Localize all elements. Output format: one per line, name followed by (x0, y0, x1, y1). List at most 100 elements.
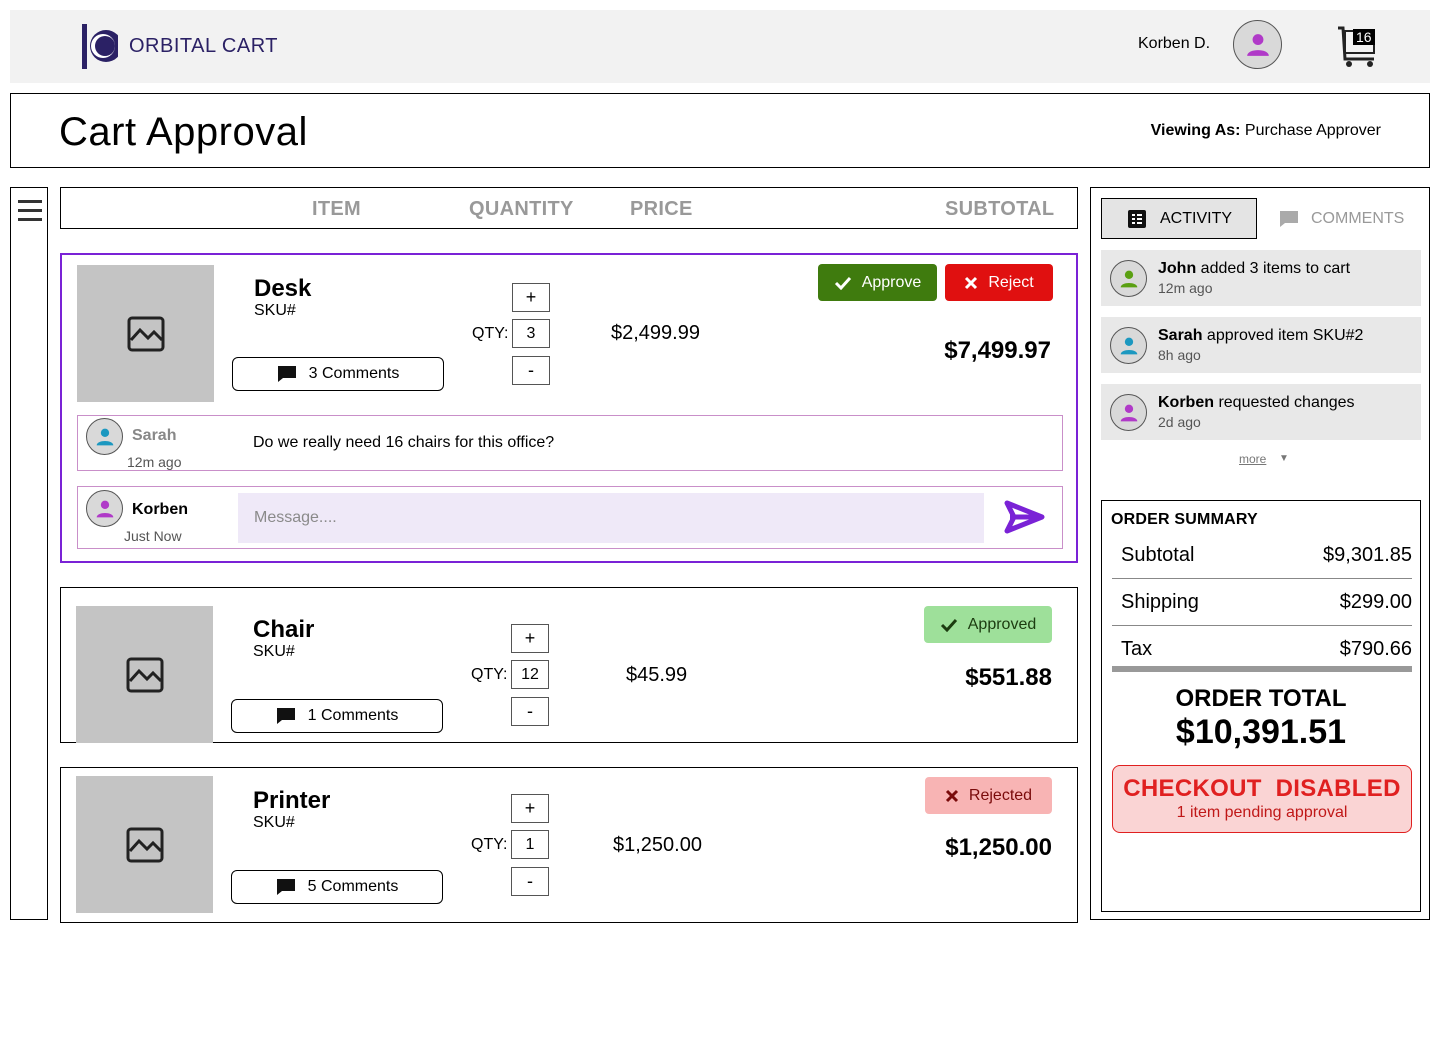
reject-label: Reject (988, 273, 1034, 291)
user-avatar[interactable] (1233, 20, 1282, 69)
avatar (1110, 260, 1147, 297)
summary-subtotal-label: Subtotal (1121, 544, 1195, 566)
item-sku: SKU# (254, 302, 296, 319)
qty-decrease-button[interactable]: - (511, 867, 549, 896)
reply-composer: Korben Just Now (77, 486, 1063, 549)
comments-button[interactable]: 1 Comments (231, 699, 443, 733)
summary-subtotal-value: $9,301.85 (1323, 544, 1412, 566)
cart-item-printer: Printer SKU# 5 Comments + QTY: 1 - $1,25… (60, 767, 1078, 923)
activity-item: John added 3 items to cart 12m ago (1101, 250, 1421, 306)
avatar (1110, 394, 1147, 431)
activity-text: Korben requested changes (1158, 394, 1355, 412)
tab-comments[interactable]: COMMENTS (1279, 198, 1419, 239)
qty-label: QTY: (472, 325, 509, 342)
cart-item-chair: Chair SKU# 1 Comments + QTY: 12 - $45.99… (60, 587, 1078, 743)
cart-column-headers: ITEM QUANTITY PRICE SUBTOTAL (60, 187, 1078, 229)
qty-input[interactable]: 1 (511, 830, 549, 859)
comments-button[interactable]: 5 Comments (231, 870, 443, 904)
activity-item: Korben requested changes 2d ago (1101, 384, 1421, 440)
check-icon (834, 276, 851, 290)
qty-decrease-button[interactable]: - (511, 697, 549, 726)
activity-action: added 3 items to cart (1196, 260, 1351, 277)
send-icon[interactable] (1004, 499, 1046, 535)
reject-button[interactable]: Reject (945, 264, 1053, 301)
summary-tax-label: Tax (1121, 638, 1153, 660)
item-subtotal: $1,250.00 (945, 834, 1052, 861)
viewing-as-role: Purchase Approver (1244, 122, 1381, 139)
summary-divider (1112, 666, 1412, 672)
user-avatar-icon (1120, 270, 1137, 287)
reply-time: Just Now (124, 528, 182, 544)
comments-button[interactable]: 3 Comments (232, 357, 444, 391)
status-badge-approved: Approved (924, 606, 1052, 643)
activity-time: 12m ago (1158, 280, 1213, 296)
qty-increase-button[interactable]: + (512, 283, 550, 312)
order-total-value: $10,391.51 (1175, 713, 1347, 751)
hamburger-icon[interactable] (18, 200, 42, 221)
user-avatar-icon (96, 500, 113, 517)
sidebar (10, 187, 48, 920)
order-total-label: ORDER TOTAL (1175, 685, 1347, 712)
orbital-logo-icon[interactable] (82, 24, 118, 69)
tab-activity-label: ACTIVITY (1160, 209, 1233, 227)
viewing-as-label: Viewing As: (1150, 122, 1241, 139)
brand-name[interactable]: ORBITAL CART (129, 35, 278, 58)
comment-icon (1280, 210, 1298, 227)
item-name: Desk (254, 275, 312, 302)
activity-action: requested changes (1214, 394, 1355, 411)
activity-user: Korben (1158, 394, 1214, 411)
order-summary: ORDER SUMMARY Subtotal $9,301.85 Shippin… (1101, 500, 1421, 912)
message-input[interactable] (238, 493, 984, 543)
item-sku: SKU# (253, 643, 295, 660)
item-name: Printer (253, 787, 331, 814)
page-header: Cart Approval Viewing As: Purchase Appro… (10, 93, 1430, 168)
close-icon (945, 789, 958, 802)
item-sku: SKU# (253, 814, 295, 831)
image-placeholder-icon (126, 657, 163, 692)
comments-button-label: 1 Comments (307, 707, 399, 724)
list-icon (1128, 209, 1146, 228)
item-price: $1,250.00 (613, 834, 702, 856)
order-summary-title: ORDER SUMMARY (1111, 511, 1258, 528)
item-price: $2,499.99 (611, 322, 700, 344)
activity-action: approved item SKU#2 (1202, 327, 1364, 344)
user-avatar-icon (1120, 404, 1137, 421)
item-image (76, 776, 213, 913)
activity-user: John (1158, 260, 1197, 277)
comment-icon (277, 366, 296, 382)
qty-label: QTY: (471, 836, 508, 853)
activity-text: John added 3 items to cart (1158, 260, 1350, 278)
avatar (86, 418, 123, 455)
chevron-down-icon[interactable]: ▼ (1279, 453, 1289, 464)
user-name: Korben D. (1138, 35, 1211, 52)
qty-decrease-button[interactable]: - (512, 356, 550, 385)
checkout-button[interactable]: CHECKOUT DISABLED 1 item pending approva… (1112, 765, 1412, 833)
more-link[interactable]: more (1239, 452, 1266, 466)
item-image (76, 606, 213, 743)
comment-time: 12m ago (127, 454, 182, 470)
summary-tax-row: Tax $790.66 (1112, 627, 1412, 667)
approve-button[interactable]: Approve (818, 264, 937, 301)
activity-time: 8h ago (1158, 347, 1201, 363)
tab-activity[interactable]: ACTIVITY (1101, 198, 1257, 239)
column-item: ITEM (312, 198, 361, 220)
qty-input[interactable]: 3 (512, 319, 550, 348)
activity-time: 2d ago (1158, 414, 1201, 430)
page-title: Cart Approval (59, 110, 308, 154)
qty-input[interactable]: 12 (511, 660, 549, 689)
column-quantity: QUANTITY (469, 198, 574, 220)
qty-increase-button[interactable]: + (511, 624, 549, 653)
avatar (1110, 327, 1147, 364)
check-icon (940, 618, 957, 632)
status-label: Approved (967, 615, 1037, 633)
checkout-note: 1 item pending approval (1176, 804, 1348, 821)
reply-author: Korben (132, 501, 188, 518)
user-avatar-icon (96, 428, 113, 445)
qty-label: QTY: (471, 666, 508, 683)
summary-subtotal-row: Subtotal $9,301.85 (1112, 533, 1412, 579)
top-bar: ORBITAL CART Korben D. 16 (10, 10, 1430, 83)
activity-item: Sarah approved item SKU#2 8h ago (1101, 317, 1421, 373)
user-avatar-icon (1120, 337, 1137, 354)
close-icon (965, 276, 978, 289)
qty-increase-button[interactable]: + (511, 794, 549, 823)
